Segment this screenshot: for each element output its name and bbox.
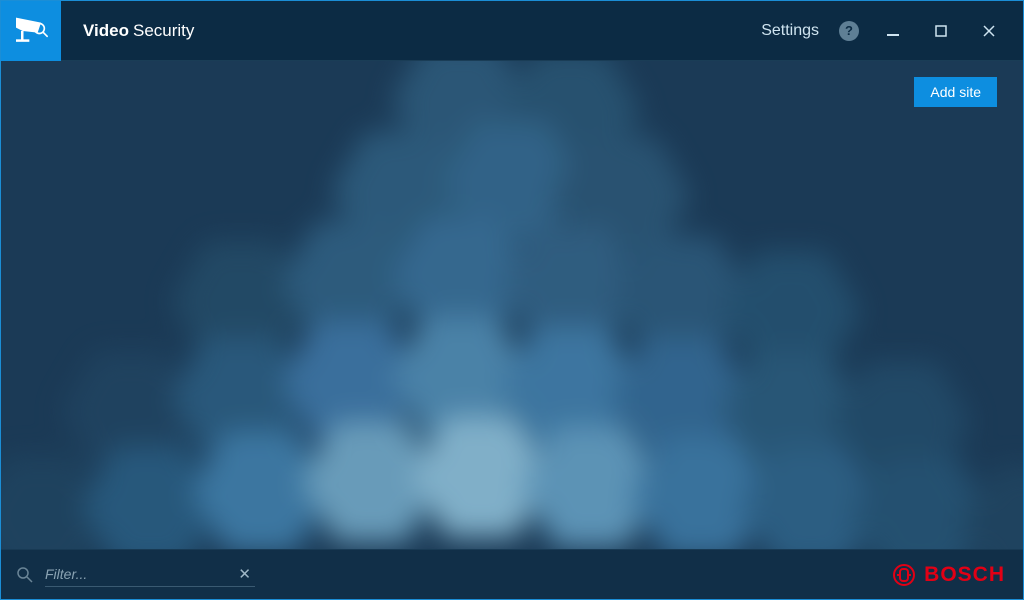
help-button[interactable]: ?: [839, 21, 859, 41]
title-bar: Video Security Settings ?: [1, 1, 1023, 61]
add-site-button[interactable]: Add site: [914, 77, 997, 107]
background-hexagons: [1, 61, 1023, 549]
app-title-bold: Video: [83, 21, 129, 41]
close-button[interactable]: [975, 17, 1003, 45]
app-logo: [1, 1, 61, 61]
app-title-regular: Security: [133, 21, 194, 41]
minimize-icon: [886, 24, 900, 38]
filter-input[interactable]: [45, 562, 234, 586]
brand: BOSCH: [892, 563, 1005, 587]
main-area: Add site: [1, 61, 1023, 549]
filter-field: ✕: [45, 562, 255, 587]
brand-logo-icon: [892, 563, 916, 587]
search-icon: [15, 565, 35, 585]
settings-link[interactable]: Settings: [761, 22, 819, 40]
brand-name: BOSCH: [924, 563, 1005, 587]
camera-icon: [14, 16, 48, 46]
app-window: Video Security Settings ?: [0, 0, 1024, 600]
bottom-bar: ✕ BOSCH: [1, 549, 1023, 599]
minimize-button[interactable]: [879, 17, 907, 45]
maximize-icon: [934, 24, 948, 38]
title-bar-right: Settings ?: [761, 1, 1023, 60]
close-icon: [982, 24, 996, 38]
app-title: Video Security: [61, 1, 194, 60]
maximize-button[interactable]: [927, 17, 955, 45]
clear-filter-button[interactable]: ✕: [234, 565, 255, 583]
